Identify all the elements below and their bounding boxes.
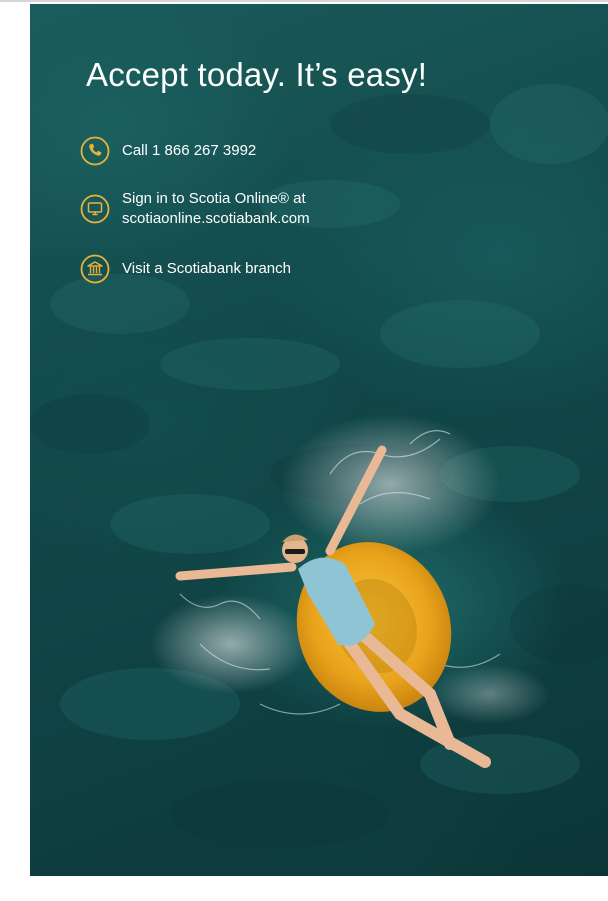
contact-online-line-1: Sign in to Scotia Online® at xyxy=(122,190,306,207)
phone-icon xyxy=(80,136,110,166)
contact-branch-label: Visit a Scotiabank branch xyxy=(122,260,291,277)
ocean-photo xyxy=(30,84,608,848)
contact-online: Sign in to Scotia Online® at scotiaonlin… xyxy=(80,189,310,229)
page-title: Accept today. It’s easy! xyxy=(86,56,428,93)
bank-branch-icon xyxy=(80,254,110,284)
contact-phone: Call 1 866 267 3992 xyxy=(80,136,256,166)
document-page: Accept today. It’s easy! Call 1 866 267 … xyxy=(0,0,608,901)
page-top-rule xyxy=(0,0,608,2)
computer-monitor-icon xyxy=(80,194,110,224)
contact-phone-label: Call 1 866 267 3992 xyxy=(122,142,257,159)
contact-branch: Visit a Scotiabank branch xyxy=(80,254,291,284)
contact-online-line-2: scotiaonline.scotiabank.com xyxy=(122,210,310,227)
promo-flyer: Accept today. It’s easy! Call 1 866 267 … xyxy=(30,4,608,876)
